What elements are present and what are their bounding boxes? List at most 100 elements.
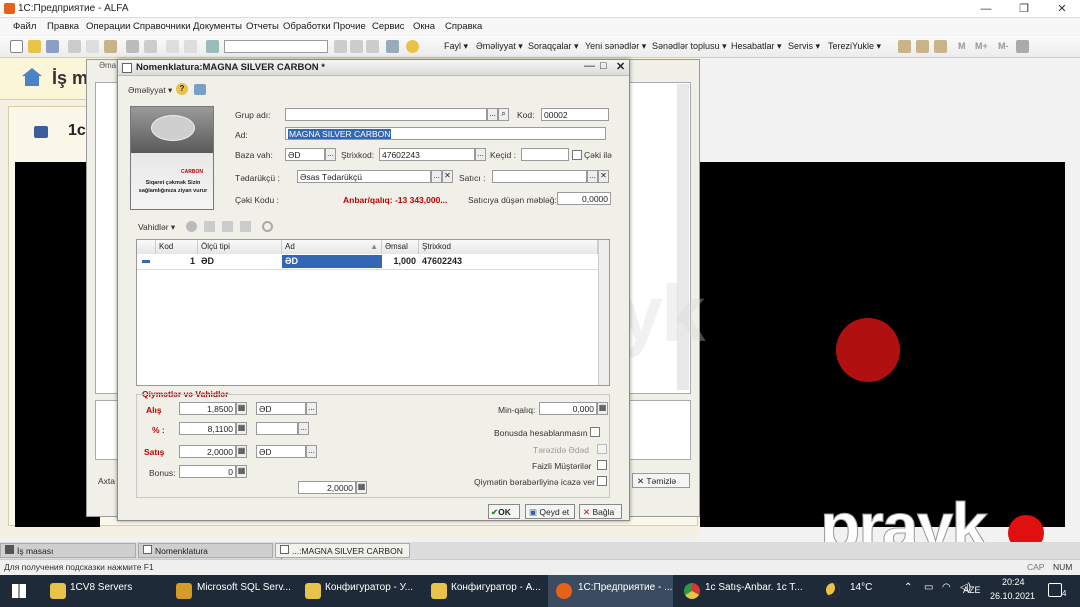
memory-mplus-button[interactable]: M+ xyxy=(975,41,988,51)
menu-item-edit[interactable]: Правка xyxy=(47,21,79,32)
barcode-input[interactable]: 47602243 xyxy=(379,148,475,161)
units-col-olcu-tipi[interactable]: Ölçü tipi xyxy=(198,240,282,254)
min-stock-calculator-icon[interactable]: ▦ xyxy=(597,402,608,415)
toolbar-menu-emeliyyat[interactable]: Əməliyyat ▾ xyxy=(476,41,523,52)
start-icon[interactable] xyxy=(12,584,26,598)
toolbar-search-input[interactable] xyxy=(224,40,328,53)
toolbar-menu-tereziyukle[interactable]: TereziYukle ▾ xyxy=(828,41,881,52)
percent-input[interactable]: 8,1100 xyxy=(179,422,236,435)
price-equality-checkbox[interactable] xyxy=(597,476,607,486)
toolbar-menu-servis[interactable]: Servis ▾ xyxy=(788,41,820,52)
taskbar-item-1cv8-servers[interactable]: 1CV8 Servers xyxy=(70,582,132,593)
transit-input[interactable] xyxy=(521,148,569,161)
bonus-calculator-icon[interactable]: ▦ xyxy=(236,465,247,478)
menu-item-operations[interactable]: Операции xyxy=(86,21,130,32)
info-icon[interactable] xyxy=(406,40,419,53)
taskbar-item-enterprise[interactable]: 1С:Предприятие - ... xyxy=(578,582,672,593)
menu-item-reports[interactable]: Отчеты xyxy=(246,21,279,32)
units-col-kod[interactable]: Kod xyxy=(156,240,198,254)
taskbar-item-sql-server[interactable]: Microsoft SQL Serv... xyxy=(197,582,291,593)
percent-unit-select-button[interactable]: ... xyxy=(298,422,309,435)
group-select-button[interactable]: ... xyxy=(487,108,498,121)
taskbar-item-configurator-2[interactable]: Конфигуратор - А... xyxy=(451,582,541,593)
menu-item-other[interactable]: Прочие xyxy=(333,21,366,32)
search-icon[interactable] xyxy=(206,40,219,53)
barcode-select-button[interactable]: ... xyxy=(475,148,486,161)
add-row-icon[interactable] xyxy=(186,221,197,232)
preview-icon[interactable] xyxy=(144,40,157,53)
bonus-input[interactable]: 0 xyxy=(179,465,236,478)
save-button[interactable]: ▣ Qeyd et xyxy=(525,504,575,519)
toolbar-menu-fayl[interactable]: Fayl ▾ xyxy=(444,41,468,52)
edit-row-icon[interactable] xyxy=(222,221,233,232)
bonus-exclude-checkbox[interactable] xyxy=(590,427,600,437)
menu-item-windows[interactable]: Окна xyxy=(413,21,435,32)
actions-menu[interactable]: Əməliyyat ▾ xyxy=(128,85,172,96)
satis-unit-input[interactable]: ƏD xyxy=(256,445,306,458)
menu-item-processing[interactable]: Обработки xyxy=(283,21,331,32)
units-col-ad[interactable]: Ad ▲ xyxy=(282,240,382,254)
group-search-icon[interactable]: ⌕ xyxy=(498,108,509,121)
base-unit-select-button[interactable]: ... xyxy=(325,148,336,161)
memory-mminus-button[interactable]: M- xyxy=(998,41,1009,51)
copy-row-icon[interactable] xyxy=(204,221,215,232)
language-indicator[interactable]: AZE xyxy=(963,585,981,595)
delete-row-icon[interactable] xyxy=(240,221,251,232)
alis-calculator-icon[interactable]: ▦ xyxy=(236,402,247,415)
dialog-close-icon[interactable]: ✕ xyxy=(616,60,625,73)
alis-input[interactable]: 1,8500 xyxy=(179,402,236,415)
tab-nomenklatura[interactable]: Nomenklatura xyxy=(138,543,273,558)
extra-price-calculator-icon[interactable]: ▦ xyxy=(356,481,367,494)
find-prev-icon[interactable] xyxy=(366,40,379,53)
maximize-icon[interactable]: ❐ xyxy=(1006,0,1042,18)
satis-input[interactable]: 2,0000 xyxy=(179,445,236,458)
print-icon[interactable] xyxy=(126,40,139,53)
tab-is-masasi[interactable]: İş masası xyxy=(0,543,136,558)
open-folder-icon[interactable] xyxy=(28,40,41,53)
supplier-select-button[interactable]: ... xyxy=(431,170,442,183)
group-input[interactable] xyxy=(285,108,487,121)
clock-time[interactable]: 20:24 xyxy=(1002,577,1025,587)
window-list-icon[interactable] xyxy=(386,40,399,53)
help-icon[interactable]: ? xyxy=(176,83,188,95)
alis-unit-select-button[interactable]: ... xyxy=(306,402,317,415)
seller-input[interactable] xyxy=(492,170,587,183)
toolbar-menu-soraqcalar[interactable]: Soraqçalar ▾ xyxy=(528,41,579,52)
redo-icon[interactable] xyxy=(184,40,197,53)
undo-icon[interactable] xyxy=(166,40,179,53)
seller-clear-icon[interactable]: ✕ xyxy=(598,170,609,183)
menu-item-help[interactable]: Справка xyxy=(445,21,482,32)
notification-icon[interactable] xyxy=(1048,583,1062,597)
cut-icon[interactable] xyxy=(68,40,81,53)
toolbar-menu-hesabatlar[interactable]: Hesabatlar ▾ xyxy=(731,41,782,52)
tab-magna-silver-carbon[interactable]: ...:MAGNA SILVER CARBON * xyxy=(275,543,410,566)
tray-wifi-icon[interactable]: ◠ xyxy=(942,582,951,593)
toolbar-menu-yeni-senedler[interactable]: Yeni sənədlər ▾ xyxy=(585,41,646,52)
units-col-strixkod[interactable]: Ştrixkod xyxy=(419,240,598,254)
close-button[interactable]: ✕ Bağla xyxy=(579,504,622,519)
menu-item-file[interactable]: Файл xyxy=(13,21,36,32)
satis-unit-select-button[interactable]: ... xyxy=(306,445,317,458)
seller-amount-input[interactable]: 0,0000 xyxy=(557,192,611,205)
taskbar-item-chrome[interactable]: 1c Satış-Anbar. 1c T... xyxy=(705,582,803,593)
minimize-icon[interactable]: — xyxy=(968,0,1004,18)
ok-button[interactable]: ✔OK xyxy=(488,504,520,519)
tray-network-icon[interactable]: ▭ xyxy=(924,582,933,593)
calculator-icon[interactable] xyxy=(898,40,911,53)
calendar-icon[interactable] xyxy=(916,40,929,53)
tray-chevron-icon[interactable]: ⌃ xyxy=(904,582,912,593)
base-unit-input[interactable]: ƏD xyxy=(285,148,325,161)
toolbar-menu-senedler-toplusu[interactable]: Sənədlər toplusu ▾ xyxy=(652,41,727,52)
table-row[interactable]: 1 ƏD ƏD 1,000 47602243 xyxy=(137,255,598,270)
satis-calculator-icon[interactable]: ▦ xyxy=(236,445,247,458)
alis-unit-input[interactable]: ƏD xyxy=(256,402,306,415)
dialog-minimize-icon[interactable]: — xyxy=(584,60,595,72)
extra-price-input[interactable]: 2,0000 xyxy=(298,481,356,494)
taskbar-item-configurator-1[interactable]: Конфигуратор - У... xyxy=(325,582,413,593)
print-dialog-icon[interactable] xyxy=(194,84,206,95)
new-document-icon[interactable] xyxy=(10,40,23,53)
clear-button[interactable]: ✕ Təmizlə xyxy=(632,473,690,488)
units-col-emsal[interactable]: Əmsal xyxy=(382,240,419,254)
find-next-icon[interactable] xyxy=(334,40,347,53)
units-table-scrollbar[interactable] xyxy=(598,240,609,385)
